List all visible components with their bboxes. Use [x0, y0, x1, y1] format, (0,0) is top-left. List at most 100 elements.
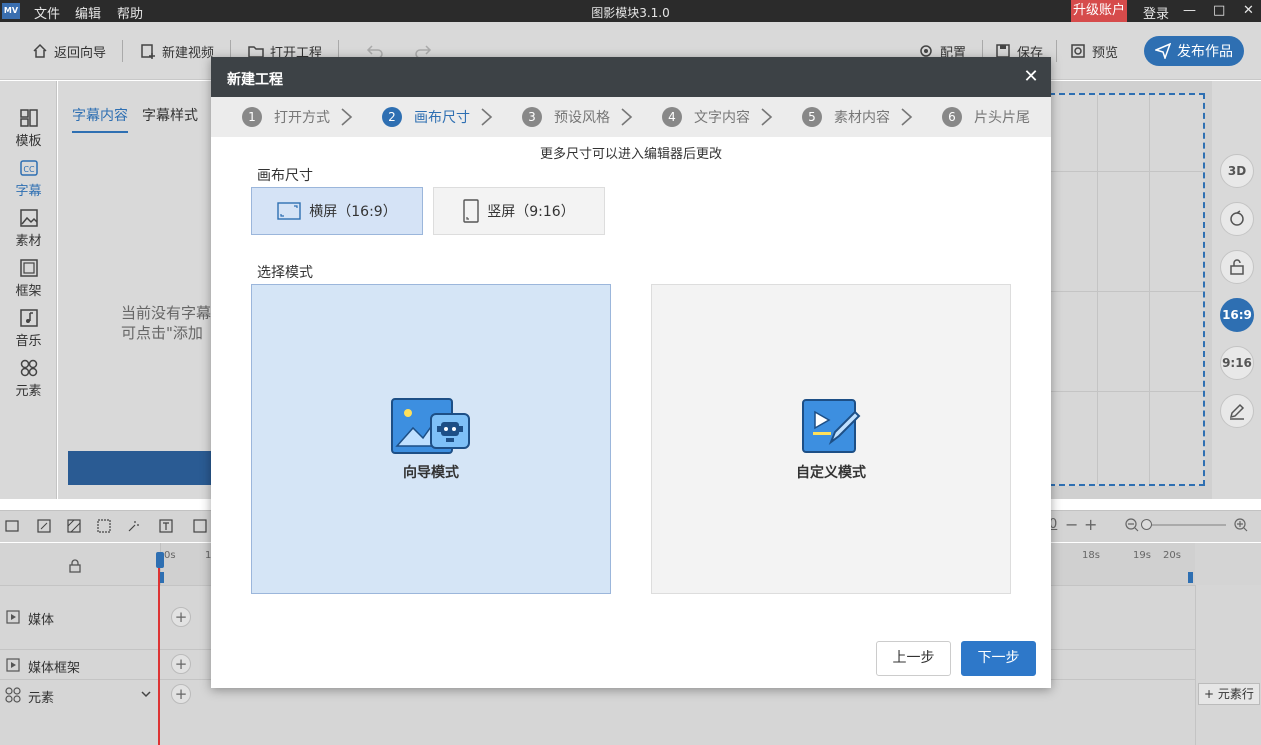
film-icon[interactable]: [5, 519, 19, 533]
zoom-out-icon[interactable]: [1124, 517, 1140, 533]
nav-material-label: 素材: [15, 234, 42, 249]
wizard-mode-card[interactable]: 向导模式: [251, 284, 611, 594]
play-icon[interactable]: [6, 658, 20, 672]
close-window-button[interactable]: ✕: [1243, 3, 1254, 18]
add-subtitle-button[interactable]: [68, 451, 218, 485]
ratio-16-9-button[interactable]: 16:9: [1220, 298, 1254, 332]
playhead[interactable]: [158, 552, 160, 745]
zoom-slider[interactable]: [1146, 524, 1226, 526]
publish-label: 发布作品: [1177, 44, 1233, 60]
login-link[interactable]: 登录: [1143, 3, 1169, 22]
add-element-row-button[interactable]: + 元素行: [1198, 683, 1260, 705]
maximize-button[interactable]: □: [1213, 3, 1225, 18]
step-preset-style[interactable]: 3 预设风格: [522, 97, 610, 137]
ruler-label: 18s: [1082, 550, 1100, 561]
nav-material[interactable]: 素材: [0, 201, 57, 251]
new-project-dialog: 新建工程 ✕ 1 打开方式 2 画布尺寸 3 预设风格 4 文字内容 5 素材内…: [211, 57, 1051, 688]
ratio-9-16-button[interactable]: 9:16: [1220, 346, 1254, 380]
grid-line: [1097, 95, 1098, 484]
audio-icon[interactable]: [193, 519, 207, 533]
step-material-content[interactable]: 5 素材内容: [802, 97, 890, 137]
step-number: 3: [522, 107, 542, 127]
track-side-panel: [1195, 585, 1261, 745]
add-media-frame-button[interactable]: +: [171, 654, 191, 674]
pencil-icon: [1228, 402, 1246, 420]
unlock-icon: [1228, 258, 1246, 276]
upgrade-account-button[interactable]: 升级账户: [1071, 0, 1127, 22]
zoom-minus-button[interactable]: −: [1065, 515, 1078, 534]
new-video-button[interactable]: 新建视频: [140, 41, 214, 61]
step-label: 文字内容: [694, 110, 750, 126]
track-media-frame-label: 媒体框架: [28, 661, 81, 676]
crop-icon[interactable]: [37, 519, 51, 533]
grid-line: [1051, 291, 1203, 292]
play-icon[interactable]: [6, 610, 20, 624]
empty-line-2: 可点击"添加: [121, 324, 203, 342]
add-element-button[interactable]: +: [171, 684, 191, 704]
portrait-icon: [463, 199, 479, 223]
step-label: 打开方式: [274, 110, 330, 126]
preview-label: 预览: [1092, 45, 1119, 61]
lock-button[interactable]: [1220, 250, 1254, 284]
preview-icon: [1070, 43, 1086, 59]
track-element-label: 元素: [28, 691, 55, 706]
zoom-slider-handle[interactable]: [1141, 519, 1152, 530]
minimize-button[interactable]: —: [1183, 3, 1196, 18]
nav-subtitle-label: 字幕: [15, 184, 42, 199]
edit-button[interactable]: [1220, 394, 1254, 428]
pattern-icon[interactable]: [97, 519, 111, 533]
ratio-9-16-label: 9:16: [1222, 356, 1252, 370]
step-canvas-size[interactable]: 2 画布尺寸: [382, 97, 470, 137]
chevron-right-icon: [761, 108, 773, 126]
custom-edit-icon: [801, 398, 861, 456]
landscape-icon: [277, 202, 301, 220]
elements-icon: [5, 687, 21, 703]
step-open-method[interactable]: 1 打开方式: [242, 97, 330, 137]
publish-button[interactable]: 发布作品: [1144, 36, 1244, 66]
tab-subtitle-style[interactable]: 字幕样式: [142, 105, 198, 125]
step-intro-outro[interactable]: 6 片头片尾: [942, 97, 1030, 137]
zoom-plus-button[interactable]: +: [1084, 515, 1097, 534]
lock-icon[interactable]: [68, 559, 82, 573]
portrait-option[interactable]: 竖屏（9:16）: [433, 187, 605, 235]
zoom-in-icon[interactable]: [1233, 517, 1249, 533]
previous-step-button[interactable]: 上一步: [876, 641, 951, 676]
dialog-close-button[interactable]: ✕: [1021, 67, 1041, 87]
3d-button[interactable]: 3D: [1220, 154, 1254, 188]
magic-wand-icon[interactable]: [127, 519, 141, 533]
ruler-label: 19s: [1133, 550, 1151, 561]
rotate-button[interactable]: [1220, 202, 1254, 236]
step-text-content[interactable]: 4 文字内容: [662, 97, 750, 137]
elements-icon: [19, 358, 39, 378]
image-icon: [19, 208, 39, 228]
nav-subtitle[interactable]: CC 字幕: [0, 151, 57, 201]
tab-subtitle-content[interactable]: 字幕内容: [72, 105, 128, 133]
next-step-button[interactable]: 下一步: [961, 641, 1036, 676]
nav-frame[interactable]: 框架: [0, 251, 57, 301]
nav-music[interactable]: 音乐: [0, 301, 57, 351]
chevron-right-icon: [481, 108, 493, 126]
nav-template-label: 模板: [15, 134, 42, 149]
toolbar-divider: [122, 40, 123, 62]
wizard-mode-label: 向导模式: [403, 465, 459, 481]
step-label: 素材内容: [834, 110, 890, 126]
text-icon[interactable]: [159, 519, 173, 533]
back-guide-button[interactable]: 返回向导: [32, 41, 106, 61]
canvas-size-heading: 画布尺寸: [257, 168, 313, 184]
step-number: 5: [802, 107, 822, 127]
nav-element[interactable]: 元素: [0, 351, 57, 401]
end-marker[interactable]: [1188, 572, 1193, 583]
landscape-option[interactable]: 横屏（16:9）: [251, 187, 423, 235]
step-number: 6: [942, 107, 962, 127]
wizard-robot-icon: [391, 398, 471, 456]
custom-mode-card[interactable]: 自定义模式: [651, 284, 1011, 594]
video-canvas[interactable]: [1049, 93, 1205, 486]
nav-template[interactable]: 模板: [0, 101, 57, 151]
plus-icon: +: [1204, 687, 1218, 701]
wizard-steps: 1 打开方式 2 画布尺寸 3 预设风格 4 文字内容 5 素材内容 6 片头片…: [211, 97, 1051, 137]
playhead-handle[interactable]: [156, 552, 164, 568]
preview-button[interactable]: 预览: [1070, 41, 1118, 61]
add-media-button[interactable]: +: [171, 607, 191, 627]
chevron-down-icon[interactable]: [140, 688, 152, 700]
texture-icon[interactable]: [67, 519, 81, 533]
